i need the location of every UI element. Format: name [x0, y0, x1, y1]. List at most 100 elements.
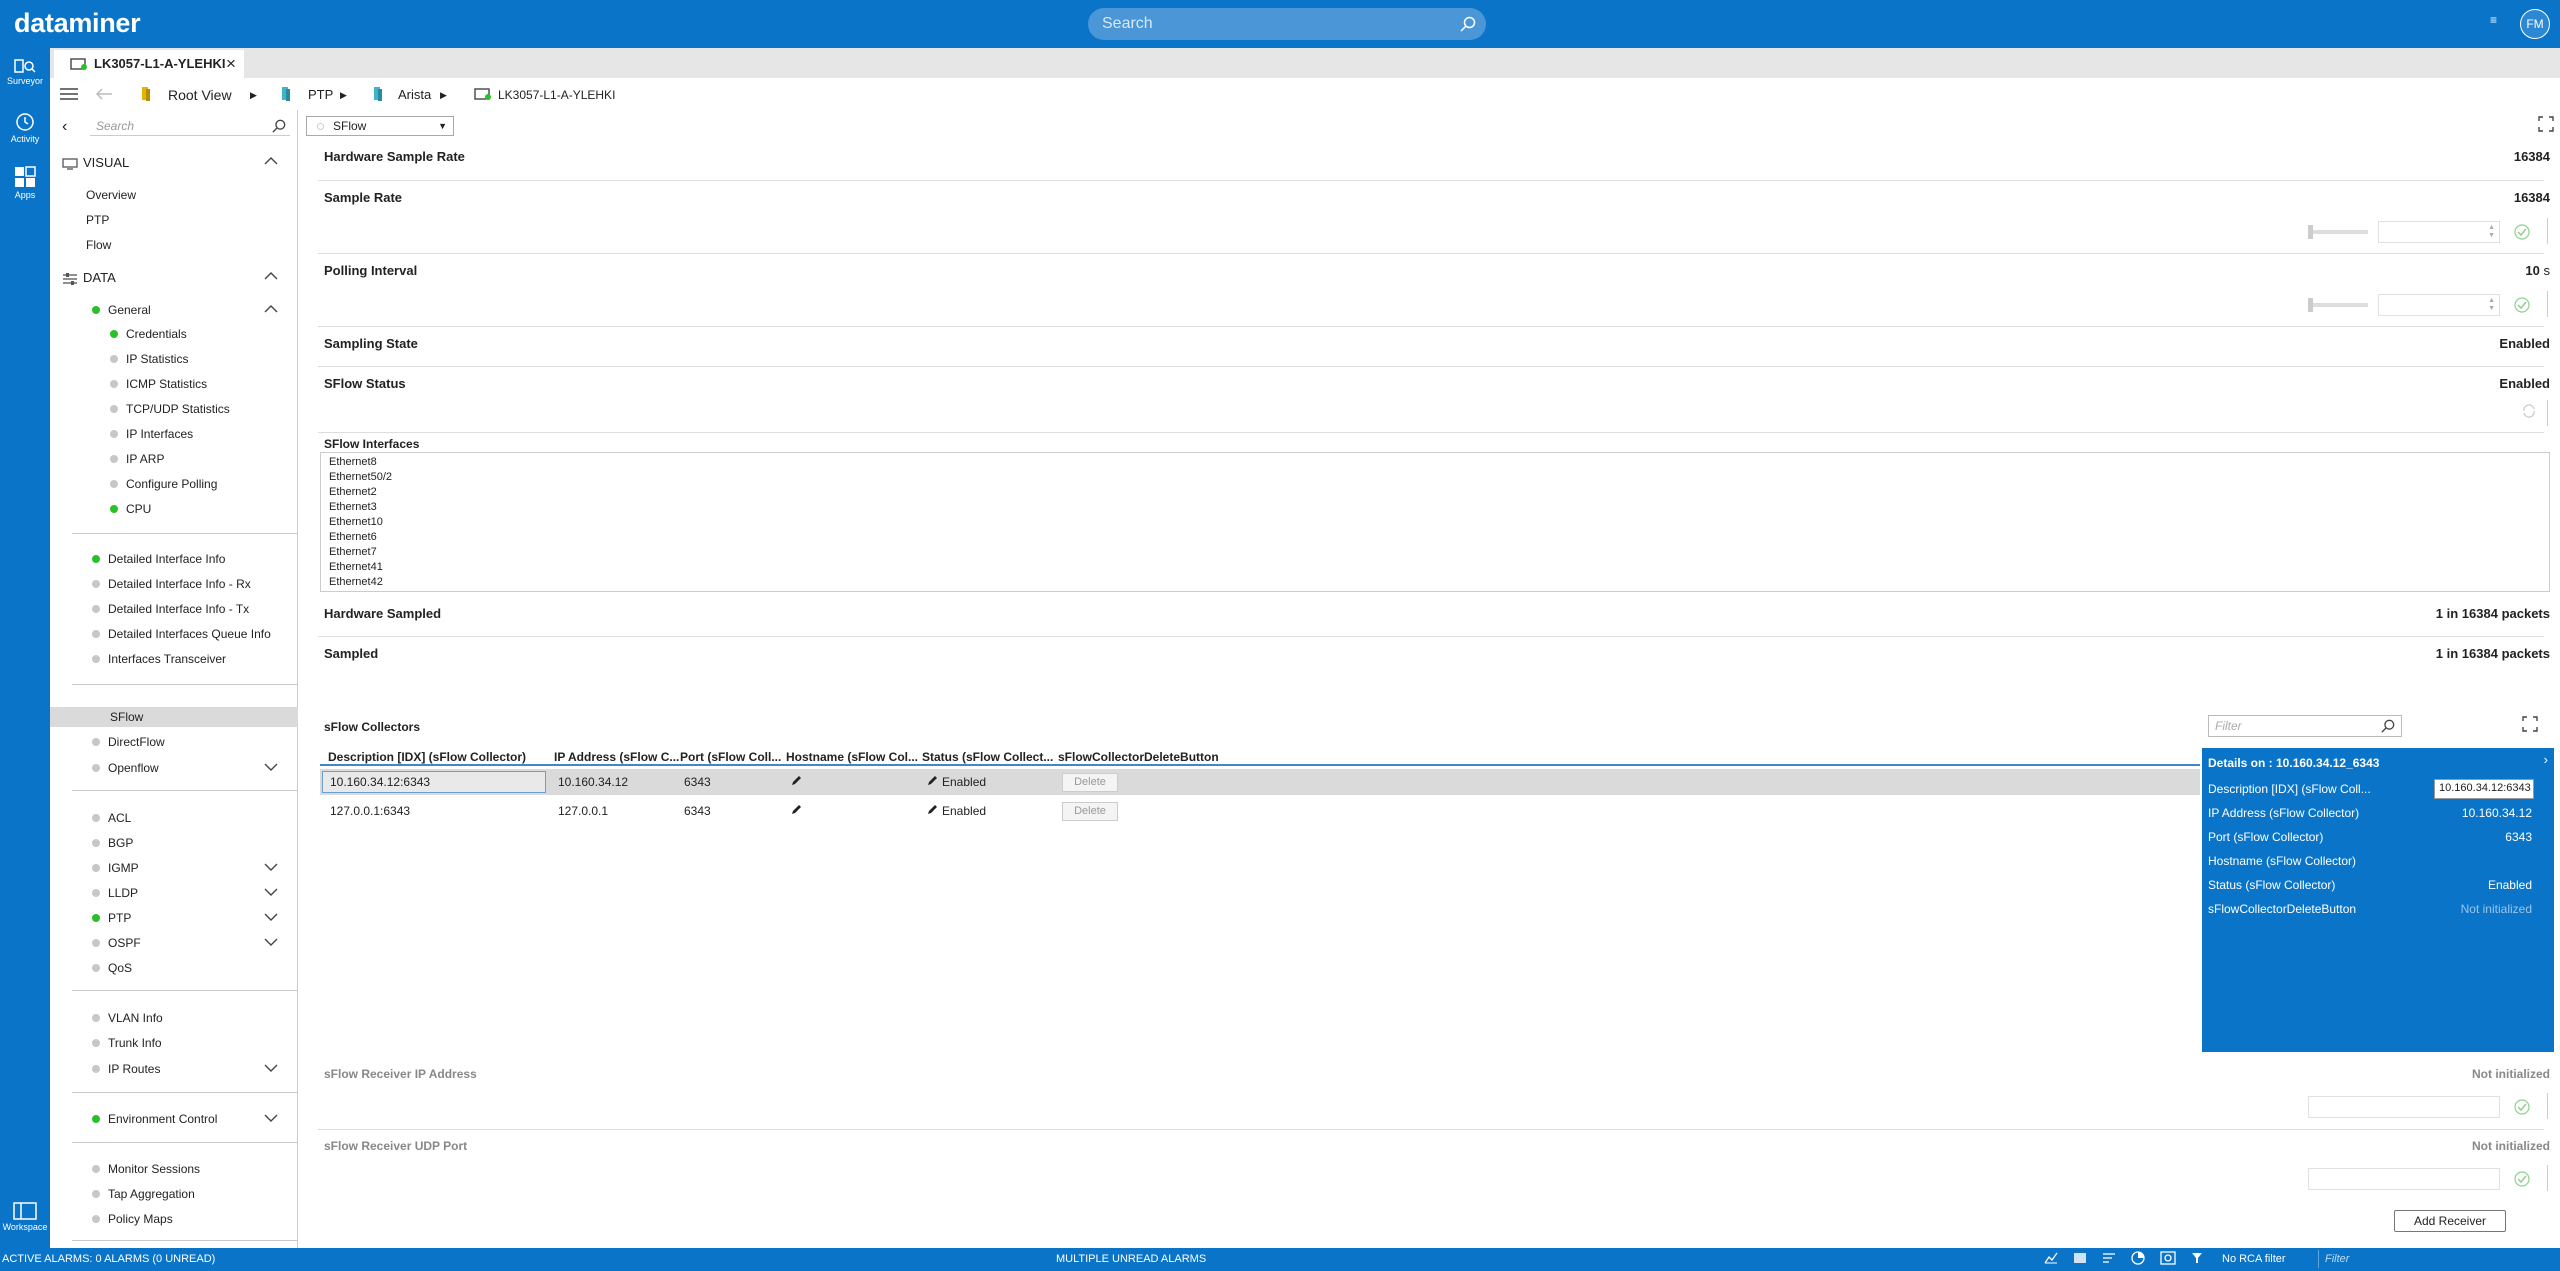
list-view-icon[interactable]: [2073, 1252, 2087, 1267]
sidebar-item-ptp[interactable]: PTP: [92, 911, 131, 925]
polling-interval-slider[interactable]: [2308, 298, 2368, 312]
sidebar-item-detailed-interface-info-tx[interactable]: Detailed Interface Info - Tx: [92, 602, 249, 616]
sidebar-item-ip-interfaces[interactable]: IP Interfaces: [110, 427, 193, 441]
nav-surveyor[interactable]: Surveyor: [0, 58, 50, 86]
chevron-down-icon[interactable]: [264, 1063, 278, 1073]
sidebar-item-overview[interactable]: Overview: [86, 188, 136, 202]
cell-status[interactable]: Enabled: [942, 804, 986, 818]
add-receiver-button[interactable]: Add Receiver: [2394, 1210, 2506, 1232]
nav-apps[interactable]: Apps: [0, 166, 50, 200]
back-arrow-icon[interactable]: [96, 88, 112, 100]
pencil-icon[interactable]: [790, 775, 802, 787]
sidebar-item-directflow[interactable]: DirectFlow: [92, 735, 165, 749]
sample-rate-slider[interactable]: [2308, 225, 2368, 239]
details-description-input[interactable]: 10.160.34.12:6343: [2434, 779, 2534, 799]
app-logo[interactable]: dataminer: [14, 8, 141, 39]
breadcrumb-element[interactable]: LK3057-L1-A-YLEHKI: [498, 88, 615, 102]
sidebar-item-environment-control[interactable]: Environment Control: [92, 1112, 217, 1126]
sidebar-item-ip-statistics[interactable]: IP Statistics: [110, 352, 188, 366]
sidebar-item-detailed-interface-info[interactable]: Detailed Interface Info: [92, 552, 225, 566]
rca-icon[interactable]: [2160, 1251, 2176, 1268]
nav-workspace[interactable]: Workspace: [0, 1202, 50, 1232]
sidebar-item-credentials[interactable]: Credentials: [110, 327, 187, 341]
sidebar-item-general[interactable]: General: [92, 303, 151, 317]
list-item[interactable]: Ethernet41: [329, 560, 2541, 575]
column-header-ip-address[interactable]: IP Address (sFlow C...: [554, 750, 679, 764]
table-filter-input[interactable]: Filter: [2208, 715, 2402, 737]
sidebar-item-qos[interactable]: QoS: [92, 961, 132, 975]
sidebar-item-igmp[interactable]: IGMP: [92, 861, 139, 875]
unread-alarms-status[interactable]: MULTIPLE UNREAD ALARMS: [1056, 1253, 1206, 1265]
alarm-filter-input[interactable]: Filter: [2318, 1250, 2554, 1268]
fullscreen-icon[interactable]: [2538, 116, 2554, 132]
sidebar-item-detailed-interfaces-queue-info[interactable]: Detailed Interfaces Queue Info: [92, 627, 271, 641]
hamburger-icon[interactable]: [60, 87, 78, 101]
sidebar-item-ip-routes[interactable]: IP Routes: [92, 1062, 160, 1076]
check-circle-icon[interactable]: [2514, 1171, 2530, 1187]
nav-activity[interactable]: Activity: [0, 112, 50, 144]
cell-port[interactable]: 6343: [684, 775, 711, 789]
sidebar-item-openflow[interactable]: Openflow: [92, 761, 159, 775]
sidebar-item-detailed-interface-info-rx[interactable]: Detailed Interface Info - Rx: [92, 577, 251, 591]
avatar[interactable]: FM: [2520, 9, 2550, 39]
menu-icon[interactable]: ≡: [2490, 13, 2497, 27]
cell-port[interactable]: 6343: [684, 804, 711, 818]
cell-description[interactable]: 10.160.34.12:6343: [330, 775, 430, 789]
sidebar-item-flow[interactable]: Flow: [86, 238, 111, 252]
sidebar-item-trunk-info[interactable]: Trunk Info: [92, 1036, 162, 1050]
sidebar-item-policy-maps[interactable]: Policy Maps: [92, 1212, 173, 1226]
sort-icon[interactable]: [2102, 1252, 2116, 1267]
search-icon[interactable]: [1460, 16, 1476, 32]
sidebar-item-ptp-visual[interactable]: PTP: [86, 213, 109, 227]
sidebar-search-input[interactable]: Search: [90, 116, 290, 136]
pencil-icon[interactable]: [926, 804, 938, 816]
fullscreen-icon[interactable]: [2522, 716, 2538, 732]
sidebar-item-bgp[interactable]: BGP: [92, 836, 133, 850]
active-alarms-status[interactable]: ACTIVE ALARMS: 0 ALARMS (0 UNREAD): [2, 1253, 215, 1265]
slider-handle[interactable]: [2308, 225, 2313, 239]
sidebar-item-ip-arp[interactable]: IP ARP: [110, 452, 164, 466]
table-row[interactable]: 10.160.34.12:6343 10.160.34.12 6343 Enab…: [320, 769, 2200, 795]
delete-button[interactable]: Delete: [1062, 802, 1118, 821]
pencil-icon[interactable]: [926, 775, 938, 787]
list-item[interactable]: Ethernet8: [329, 455, 2541, 470]
sidebar-item-cpu[interactable]: CPU: [110, 502, 151, 516]
chevron-down-icon[interactable]: [264, 887, 278, 897]
trend-icon[interactable]: [2044, 1252, 2058, 1267]
column-header-hostname[interactable]: Hostname (sFlow Col...: [786, 750, 918, 764]
sidebar-item-interfaces-transceiver[interactable]: Interfaces Transceiver: [92, 652, 226, 666]
breadcrumb-root-view[interactable]: Root View: [168, 87, 232, 103]
chevron-up-icon[interactable]: [264, 271, 278, 281]
column-header-description[interactable]: Description [IDX] (sFlow Collector): [328, 750, 526, 764]
no-rca-filter[interactable]: No RCA filter: [2222, 1253, 2286, 1265]
check-circle-icon[interactable]: [2514, 1099, 2530, 1115]
check-circle-icon[interactable]: [2514, 224, 2530, 240]
breadcrumb-arista[interactable]: Arista: [398, 87, 431, 102]
global-search-input[interactable]: Search: [1088, 8, 1486, 40]
list-item[interactable]: Ethernet7: [329, 545, 2541, 560]
list-item[interactable]: Ethernet42: [329, 575, 2541, 590]
chevron-left-icon[interactable]: ‹: [62, 118, 67, 136]
column-header-port[interactable]: Port (sFlow Coll...: [680, 750, 781, 764]
slider-handle[interactable]: [2308, 298, 2313, 312]
pie-chart-icon[interactable]: [2131, 1251, 2145, 1268]
list-item[interactable]: Ethernet10: [329, 515, 2541, 530]
list-item[interactable]: Ethernet50/2: [329, 470, 2541, 485]
cell-status[interactable]: Enabled: [942, 775, 986, 789]
chevron-down-icon[interactable]: [264, 1113, 278, 1123]
search-icon[interactable]: [272, 119, 286, 133]
sidebar-item-acl[interactable]: ACL: [92, 811, 131, 825]
table-row[interactable]: 127.0.0.1:6343 127.0.0.1 6343 Enabled De…: [320, 798, 2200, 824]
refresh-icon[interactable]: [2522, 404, 2536, 418]
chevron-down-icon[interactable]: [264, 937, 278, 947]
sidebar-item-monitor-sessions[interactable]: Monitor Sessions: [92, 1162, 200, 1176]
tab-element[interactable]: LK3057-L1-A-YLEHKI ×: [54, 50, 244, 78]
sidebar-item-sflow[interactable]: SFlow: [110, 710, 143, 724]
section-data[interactable]: DATA: [62, 270, 116, 285]
chevron-up-icon[interactable]: [264, 304, 278, 314]
sidebar-item-tap-aggregation[interactable]: Tap Aggregation: [92, 1187, 195, 1201]
search-icon[interactable]: [2381, 719, 2395, 733]
breadcrumb-ptp[interactable]: PTP: [308, 87, 333, 102]
sidebar-item-lldp[interactable]: LLDP: [92, 886, 138, 900]
page-selector-dropdown[interactable]: SFlow ▼: [306, 116, 454, 136]
